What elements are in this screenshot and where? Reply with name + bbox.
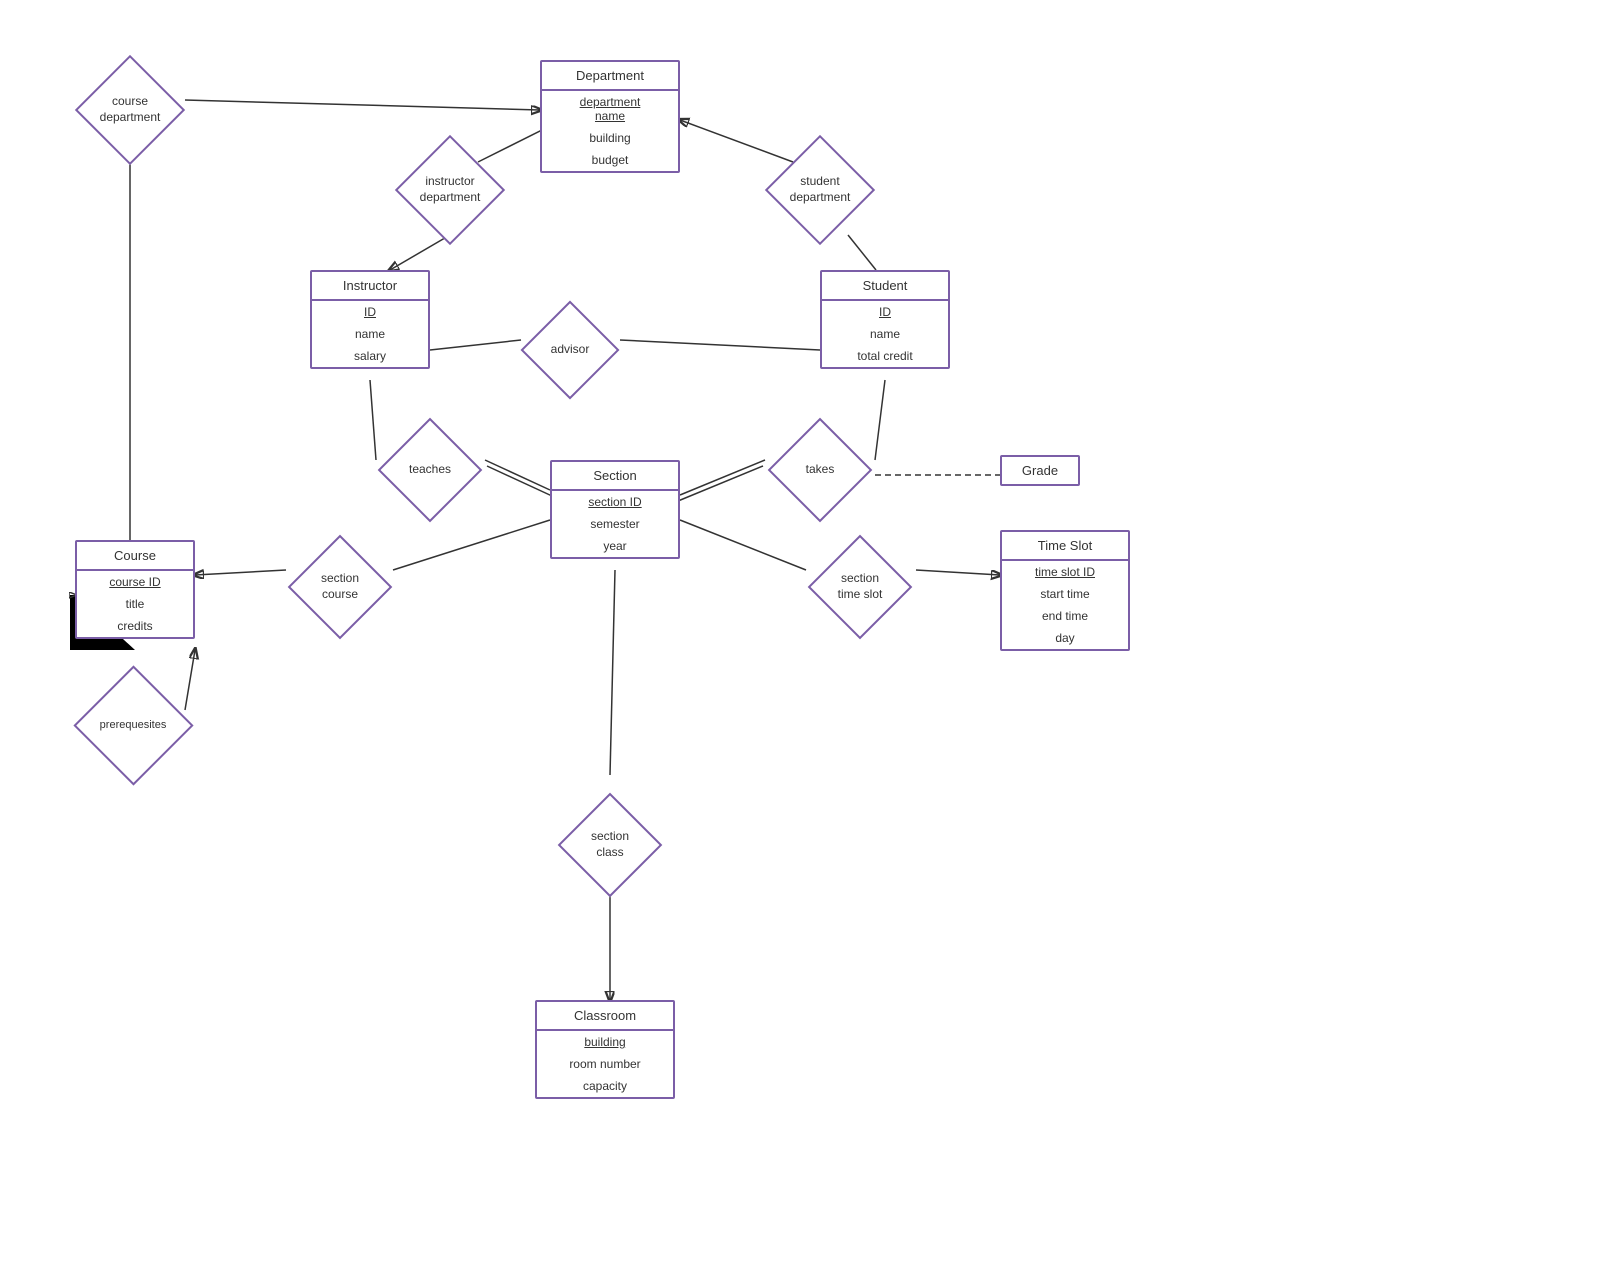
course-attr-credits: credits (77, 615, 193, 637)
timeslot-attr-day: day (1002, 627, 1128, 649)
timeslot-title: Time Slot (1002, 532, 1128, 559)
department-attr-budget: budget (542, 149, 678, 171)
section-course-diamond: sectioncourse (288, 535, 392, 639)
department-attr-name: departmentname (542, 91, 678, 127)
classroom-attr-building: building (537, 1031, 673, 1053)
instructor-attr-name: name (312, 323, 428, 345)
instructor-attr-id: ID (312, 301, 428, 323)
prerequesites-diamond: prerequesites (73, 665, 193, 785)
takes-diamond: takes (768, 418, 872, 522)
student-attr-name: name (822, 323, 948, 345)
instructor-department-diamond: instructordepartment (395, 135, 505, 245)
section-title: Section (552, 462, 678, 489)
classroom-entity: Classroom building room number capacity (535, 1000, 675, 1099)
section-entity: Section section ID semester year (550, 460, 680, 559)
instructor-attr-salary: salary (312, 345, 428, 367)
course-attr-title: title (77, 593, 193, 615)
course-title: Course (77, 542, 193, 569)
department-attr-building: building (542, 127, 678, 149)
student-department-diamond: studentdepartment (765, 135, 875, 245)
course-attr-id: course ID (77, 571, 193, 593)
timeslot-attr-start: start time (1002, 583, 1128, 605)
student-attr-id: ID (822, 301, 948, 323)
section-class-diamond: sectionclass (558, 793, 662, 897)
course-department-diamond: coursedepartment (75, 55, 185, 165)
teaches-diamond: teaches (378, 418, 482, 522)
instructor-title: Instructor (312, 272, 428, 299)
timeslot-attr-end: end time (1002, 605, 1128, 627)
section-attr-id: section ID (552, 491, 678, 513)
instructor-entity: Instructor ID name salary (310, 270, 430, 369)
advisor-diamond: advisor (520, 300, 620, 400)
course-entity: Course course ID title credits (75, 540, 195, 639)
student-entity: Student ID name total credit (820, 270, 950, 369)
department-entity: Department departmentname building budge… (540, 60, 680, 173)
section-attr-semester: semester (552, 513, 678, 535)
timeslot-entity: Time Slot time slot ID start time end ti… (1000, 530, 1130, 651)
timeslot-attr-id: time slot ID (1002, 561, 1128, 583)
grade-title: Grade (1002, 457, 1078, 484)
grade-entity: Grade (1000, 455, 1080, 486)
department-title: Department (542, 62, 678, 89)
student-attr-totalcredit: total credit (822, 345, 948, 367)
classroom-title: Classroom (537, 1002, 673, 1029)
section-attr-year: year (552, 535, 678, 557)
section-timeslot-diamond: sectiontime slot (808, 535, 912, 639)
student-title: Student (822, 272, 948, 299)
classroom-attr-capacity: capacity (537, 1075, 673, 1097)
classroom-attr-roomnum: room number (537, 1053, 673, 1075)
